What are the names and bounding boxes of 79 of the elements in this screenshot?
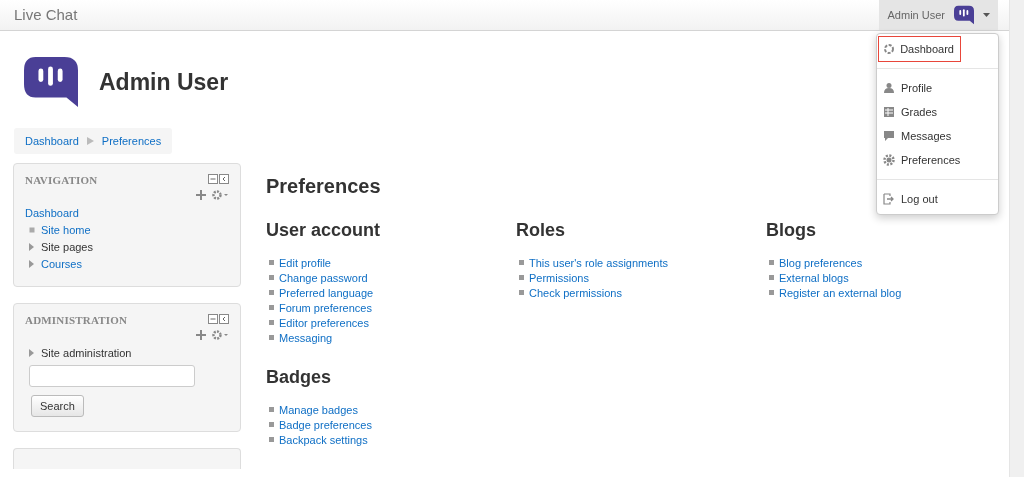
preference-link[interactable]: Register an external blog: [779, 286, 902, 299]
scrollbar[interactable]: [1009, 0, 1024, 477]
search-field[interactable]: [29, 365, 195, 387]
nav-link[interactable]: Courses: [41, 257, 82, 270]
user-menu-toggle[interactable]: Admin User: [878, 0, 998, 30]
preference-link[interactable]: Change password: [279, 271, 368, 284]
dashboard-icon: [883, 43, 895, 55]
nav-link[interactable]: Dashboard: [25, 206, 79, 219]
menu-item[interactable]: Log out: [877, 187, 998, 211]
separator-icon: [86, 137, 94, 145]
nav-link[interactable]: Site home: [41, 223, 91, 236]
avatar-icon: [953, 5, 975, 25]
dock-icon[interactable]: [219, 314, 229, 324]
move-icon[interactable]: [196, 330, 206, 340]
bullet-icon: [519, 275, 524, 280]
bullet-icon: [769, 275, 774, 280]
section-heading: Blogs: [766, 220, 816, 241]
bullet-icon: [519, 260, 524, 265]
preference-link[interactable]: Editor preferences: [279, 316, 369, 329]
caret-icon[interactable]: [983, 13, 990, 17]
bullet-icon: [269, 305, 274, 310]
breadcrumb-link[interactable]: Preferences: [101, 135, 162, 147]
nav-item[interactable]: Site pages: [41, 240, 93, 253]
person-icon: [883, 82, 895, 94]
preference-link[interactable]: Backpack settings: [279, 433, 368, 446]
block-title: NAVIGATION: [25, 174, 98, 186]
user-name: Admin User: [887, 9, 945, 21]
bullet-icon: [29, 226, 35, 233]
preference-link[interactable]: Badge preferences: [279, 418, 372, 431]
block-title: ADMINISTRATION: [25, 314, 128, 326]
section-heading: Roles: [516, 220, 566, 241]
bullet-icon: [269, 422, 274, 427]
gear-icon[interactable]: [212, 190, 229, 200]
caret-icon[interactable]: [29, 259, 35, 268]
minimize-icon[interactable]: [208, 174, 218, 184]
menu-item[interactable]: Dashboard: [879, 37, 960, 61]
dock-icon[interactable]: [219, 174, 229, 184]
preference-link[interactable]: External blogs: [779, 271, 849, 284]
bullet-icon: [269, 275, 274, 280]
bullet-icon: [269, 335, 274, 340]
section-heading: Badges: [266, 367, 332, 388]
preference-link[interactable]: Manage badges: [279, 403, 358, 416]
bullet-icon: [269, 437, 274, 442]
menu-item[interactable]: Messages: [877, 124, 998, 148]
logo-icon: [22, 55, 80, 109]
preference-link[interactable]: Permissions: [529, 271, 589, 284]
bullet-icon: [269, 290, 274, 295]
breadcrumb-link[interactable]: Dashboard: [25, 135, 79, 147]
speech-bubble-icon: [883, 130, 895, 142]
bullet-icon: [519, 290, 524, 295]
move-icon[interactable]: [196, 190, 206, 200]
preference-link[interactable]: Blog preferences: [779, 256, 863, 269]
bullet-icon: [269, 260, 274, 265]
preference-link[interactable]: This user's role assignments: [529, 256, 669, 269]
bullet-icon: [269, 407, 274, 412]
bullet-icon: [769, 290, 774, 295]
menu-item[interactable]: Grades: [877, 100, 998, 124]
gear-icon: [883, 154, 895, 166]
preference-link[interactable]: Forum preferences: [279, 301, 372, 314]
menu-item[interactable]: Profile: [877, 76, 998, 100]
preference-link[interactable]: Edit profile: [279, 256, 331, 269]
caret-icon[interactable]: [29, 348, 35, 357]
search-button[interactable]: Search: [31, 395, 84, 417]
caret-icon[interactable]: [29, 242, 35, 251]
page-header-title: Admin User: [99, 68, 229, 96]
minimize-icon[interactable]: [208, 314, 218, 324]
section-heading: User account: [266, 220, 381, 241]
bullet-icon: [269, 320, 274, 325]
logout-icon: [883, 193, 895, 205]
bullet-icon: [769, 260, 774, 265]
menu-item[interactable]: Preferences: [877, 148, 998, 172]
gear-icon[interactable]: [212, 330, 229, 340]
site-name[interactable]: Live Chat: [0, 0, 92, 30]
preference-link[interactable]: Check permissions: [529, 286, 622, 299]
table-icon: [883, 106, 895, 118]
nav-item[interactable]: Site administration: [41, 346, 132, 359]
page-title: Preferences: [266, 175, 381, 198]
preference-link[interactable]: Messaging: [279, 331, 333, 344]
preference-link[interactable]: Preferred language: [279, 286, 374, 299]
